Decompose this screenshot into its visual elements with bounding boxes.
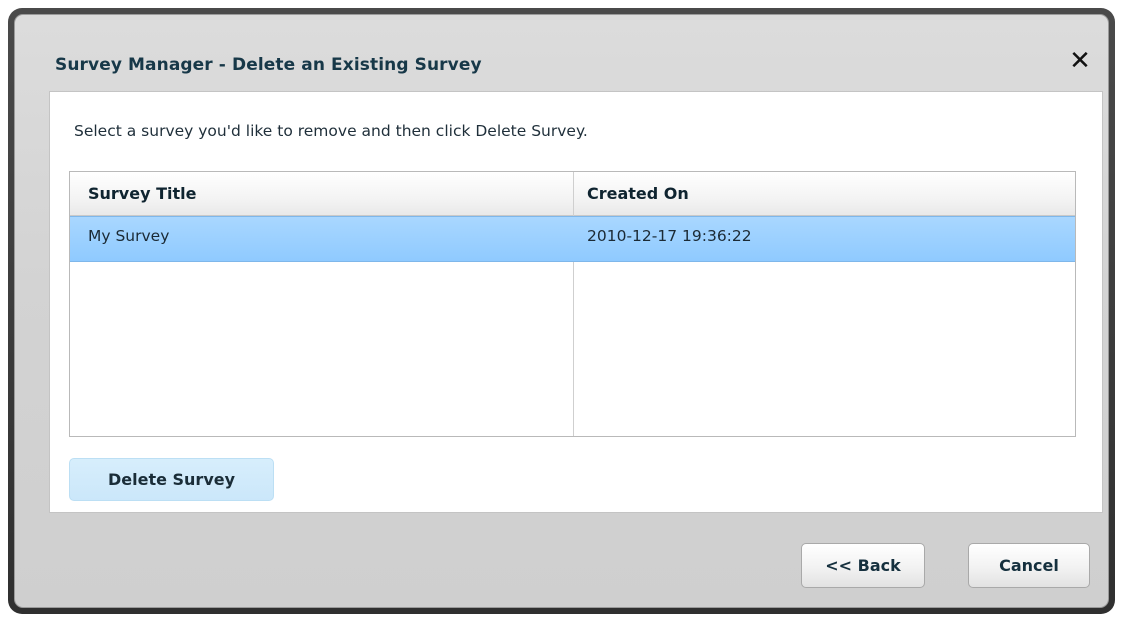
column-divider — [573, 172, 574, 436]
cell-created-on: 2010-12-17 19:36:22 — [587, 227, 752, 245]
close-icon[interactable]: ✕ — [1066, 47, 1094, 75]
column-header-created-on[interactable]: Created On — [587, 184, 689, 203]
content-panel: Select a survey you'd like to remove and… — [49, 91, 1103, 513]
dialog-title: Survey Manager - Delete an Existing Surv… — [55, 55, 482, 75]
dialog-frame: Survey Manager - Delete an Existing Surv… — [8, 8, 1115, 614]
survey-manager-dialog: Survey Manager - Delete an Existing Surv… — [14, 14, 1109, 608]
survey-table: Survey Title Created On My Survey 2010-1… — [69, 171, 1076, 437]
cancel-button[interactable]: Cancel — [968, 543, 1090, 588]
cell-survey-title: My Survey — [88, 227, 170, 245]
column-header-survey-title[interactable]: Survey Title — [88, 184, 196, 203]
back-button[interactable]: << Back — [801, 543, 925, 588]
instruction-text: Select a survey you'd like to remove and… — [74, 122, 588, 140]
table-row[interactable]: My Survey 2010-12-17 19:36:22 — [70, 216, 1075, 262]
delete-survey-button[interactable]: Delete Survey — [69, 458, 274, 501]
